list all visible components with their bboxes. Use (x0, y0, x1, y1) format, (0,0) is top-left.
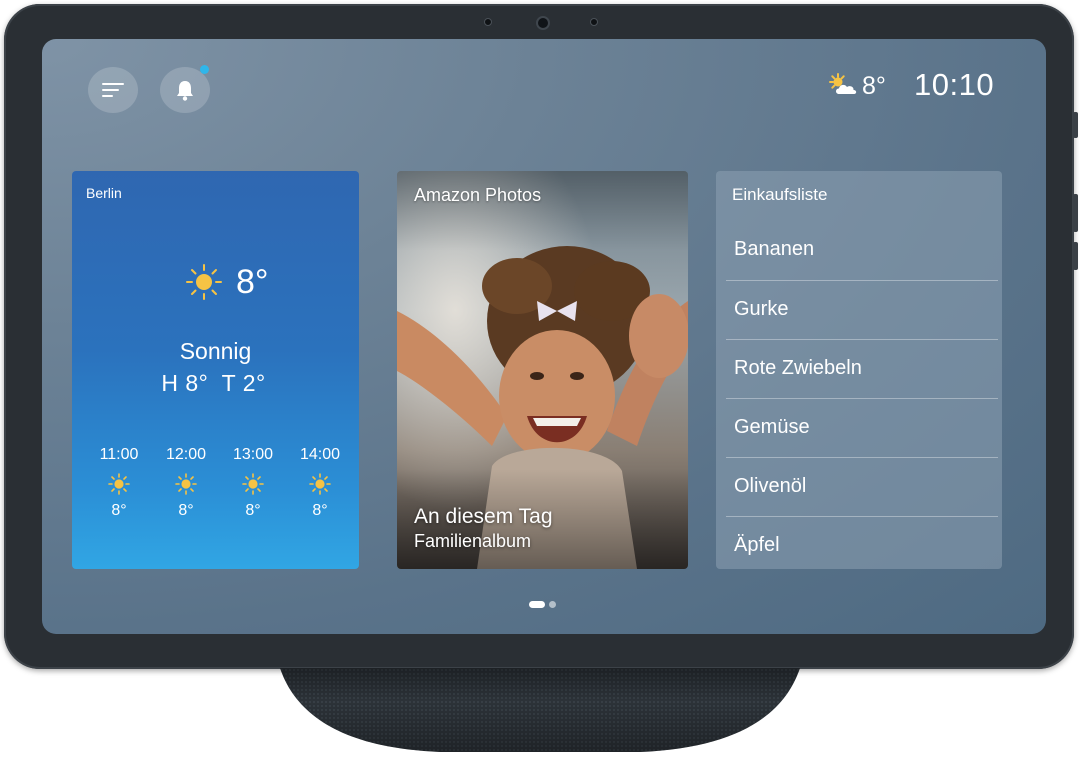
list-item[interactable]: Rote Zwiebeln (726, 339, 998, 398)
camera-bar (474, 16, 614, 30)
hourly-item: 11:00 8° (86, 445, 152, 521)
shopping-list-title: Einkaufsliste (732, 185, 828, 204)
volume-down-button[interactable] (1073, 194, 1078, 232)
speaker-base (280, 668, 800, 752)
hourly-item: 13:00 8° (220, 445, 286, 521)
sun-icon (242, 473, 264, 495)
hourly-item: 12:00 8° (153, 445, 219, 521)
echo-show-device: 8° 10:10 Berlin 8° Sonnig H 8° T 2° 11:0… (4, 4, 1078, 669)
hour-time: 12:00 (165, 446, 207, 463)
hour-temp: 8° (312, 502, 328, 519)
sun-icon (175, 473, 197, 495)
weather-city: Berlin (86, 185, 122, 201)
page-dot[interactable] (549, 601, 556, 608)
list-item[interactable]: Gemüse (726, 398, 998, 457)
camera-lens (536, 16, 550, 30)
sensor-dot-right (590, 18, 598, 26)
mic-off-button[interactable] (1073, 242, 1078, 270)
weather-high-low: H 8° T 2° (161, 370, 266, 396)
photo-caption: An diesem Tag (414, 505, 553, 528)
notifications-button[interactable] (160, 65, 210, 113)
shopping-list: Bananen Gurke Rote Zwiebeln Gemüse Olive… (726, 221, 998, 569)
shopping-list-card[interactable]: Einkaufsliste Bananen Gurke Rote Zwiebel… (716, 171, 1002, 569)
list-item[interactable]: Äpfel (726, 516, 998, 569)
clock: 10:10 (914, 67, 995, 102)
menu-button[interactable] (88, 67, 138, 113)
photo-card[interactable]: Amazon Photos An diesem Tag Familienalbu… (397, 171, 688, 569)
list-item[interactable]: Gurke (726, 280, 998, 339)
photo-album: Familienalbum (414, 531, 532, 551)
screen: 8° 10:10 Berlin 8° Sonnig H 8° T 2° 11:0… (42, 39, 1046, 634)
hourly-item: 14:00 8° (287, 445, 353, 521)
hour-temp: 8° (178, 502, 194, 519)
bell-icon (177, 81, 193, 101)
notification-indicator (200, 65, 209, 74)
hour-time: 11:00 (99, 446, 139, 463)
weather-temperature: 8° (236, 263, 269, 301)
hour-time: 13:00 (232, 446, 274, 463)
partly-cloudy-icon[interactable] (826, 72, 862, 98)
sun-icon (108, 473, 130, 495)
volume-up-button[interactable] (1073, 112, 1078, 138)
weather-card[interactable]: Berlin 8° Sonnig H 8° T 2° 11:00 8° 12:0… (72, 171, 359, 569)
list-item[interactable]: Bananen (726, 221, 998, 280)
hour-time: 14:00 (299, 446, 341, 463)
hour-temp: 8° (245, 502, 261, 519)
photo-card-title: Amazon Photos (414, 185, 542, 205)
sensor-dot-left (484, 18, 492, 26)
hour-temp: 8° (111, 502, 127, 519)
list-item[interactable]: Olivenöl (726, 457, 998, 516)
sun-icon (309, 473, 331, 495)
status-temperature[interactable]: 8° (862, 71, 886, 101)
page-dot-active[interactable] (529, 601, 545, 608)
menu-icon (102, 83, 126, 99)
sun-icon (186, 264, 222, 300)
weather-condition: Sonnig (179, 338, 252, 364)
